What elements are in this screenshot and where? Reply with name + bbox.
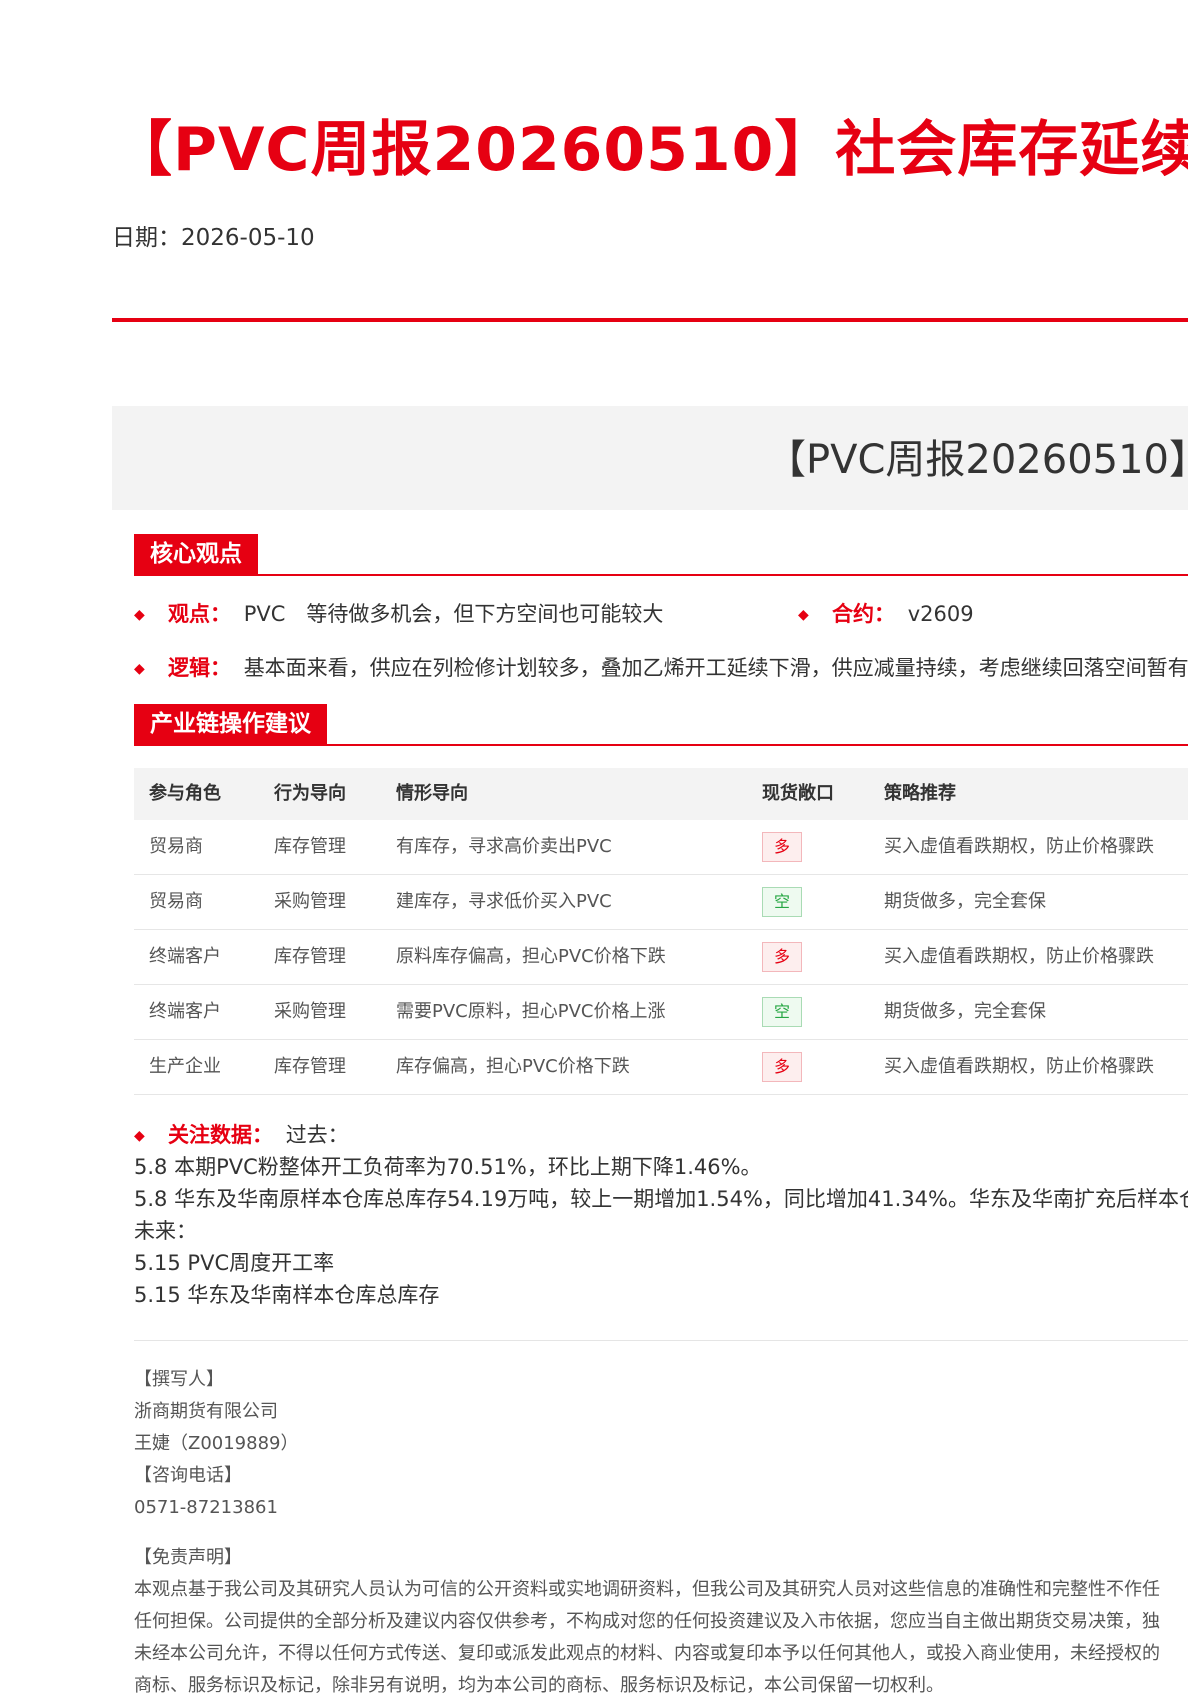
section-industry-chain: 产业链操作建议 xyxy=(134,704,1188,746)
disclaimer-line: 商标、服务标识及标记，除非另有说明，均为本公司的商标、服务标识及标记，本公司保留… xyxy=(134,1675,944,1696)
diamond-bullet-icon: ◆ xyxy=(134,661,145,677)
focus-past-item: 5.8 本期PVC粉整体开工负荷率为70.51%，环比上期下降1.46%。 xyxy=(134,1155,762,1179)
cell-role: 贸易商 xyxy=(149,836,203,857)
contract-label: 合约： xyxy=(832,602,895,626)
logic-label: 逻辑： xyxy=(168,656,231,680)
phone-number: 0571-87213861 xyxy=(134,1497,278,1518)
cell-behavior: 采购管理 xyxy=(274,891,346,912)
focus-list: 5.8 本期PVC粉整体开工负荷率为70.51%，环比上期下降1.46%。 5.… xyxy=(134,1151,1188,1311)
disclaimer: 【免责声明】 本观点基于我公司及其研究人员认为可信的公开资料或实地调研资料，但我… xyxy=(134,1542,1188,1702)
focus-future-item: 5.15 华东及华南样本仓库总库存 xyxy=(134,1283,440,1307)
column-header-situation: 情形导向 xyxy=(396,783,468,804)
table-row: 终端客户 采购管理 需要PVC原料，担心PVC价格上涨 空 期货做多，完全套保 xyxy=(134,985,1188,1040)
view-row: ◆ 观点： PVC 等待做多机会，但下方空间也可能较大 xyxy=(134,597,1188,631)
banner: 【PVC周报20260510】社会库 xyxy=(112,406,1188,510)
focus-future-item: 5.15 PVC周度开工率 xyxy=(134,1251,335,1275)
cell-role: 贸易商 xyxy=(149,891,203,912)
column-header-behavior: 行为导向 xyxy=(274,783,346,804)
cell-behavior: 库存管理 xyxy=(274,1056,346,1077)
column-header-role: 参与角色 xyxy=(149,783,221,804)
exposure-badge-short: 空 xyxy=(762,887,802,917)
cell-situation: 有库存，寻求高价卖出PVC xyxy=(396,836,612,857)
table-header: 参与角色 行为导向 情形导向 现货敞口 策略推荐 xyxy=(134,768,1188,820)
strategy-table: 参与角色 行为导向 情形导向 现货敞口 策略推荐 贸易商 库存管理 有库存，寻求… xyxy=(134,768,1188,1095)
cell-role: 生产企业 xyxy=(149,1056,221,1077)
cell-behavior: 采购管理 xyxy=(274,1001,346,1022)
disclaimer-line: 本观点基于我公司及其研究人员认为可信的公开资料或实地调研资料，但我公司及其研究人… xyxy=(134,1579,1160,1600)
disclaimer-line: 任何担保。公司提供的全部分析及建议内容仅供参考，不构成对您的任何投资建议及入市依… xyxy=(134,1611,1160,1632)
table-row: 生产企业 库存管理 库存偏高，担心PVC价格下跌 多 买入虚值看跌期权，防止价格… xyxy=(134,1040,1188,1095)
cell-behavior: 库存管理 xyxy=(274,836,346,857)
author-heading: 【撰写人】 xyxy=(134,1369,224,1390)
focus-past-item: 5.8 华东及华南原样本仓库总库存54.19万吨，较上一期增加1.54%，同比增… xyxy=(134,1187,1188,1211)
contract-row: ◆ 合约： v2609 xyxy=(798,597,974,631)
column-header-exposure: 现货敞口 xyxy=(762,783,834,804)
table-row: 终端客户 库存管理 原料库存偏高，担心PVC价格下跌 多 买入虚值看跌期权，防止… xyxy=(134,930,1188,985)
cell-situation: 原料库存偏高，担心PVC价格下跌 xyxy=(396,946,666,967)
view-label: 观点： xyxy=(168,602,231,626)
cell-situation: 建库存，寻求低价买入PVC xyxy=(396,891,612,912)
section-core-view-line xyxy=(134,574,1188,576)
cell-situation: 库存偏高，担心PVC价格下跌 xyxy=(396,1056,630,1077)
cell-strategy: 买入虚值看跌期权，防止价格骤跌 xyxy=(884,1056,1154,1077)
cell-strategy: 买入虚值看跌期权，防止价格骤跌 xyxy=(884,836,1154,857)
logic-text: 基本面来看，供应在列检修计划较多，叠加乙烯开工延续下滑，供应减量持续，考虑继续回… xyxy=(243,656,1188,680)
focus-label: 关注数据： xyxy=(168,1123,273,1147)
table-row: 贸易商 库存管理 有库存，寻求高价卖出PVC 多 买入虚值看跌期权，防止价格骤跌 xyxy=(134,820,1188,875)
exposure-badge-long: 多 xyxy=(762,1052,802,1082)
cell-strategy: 期货做多，完全套保 xyxy=(884,1001,1046,1022)
banner-title: 【PVC周报20260510】社会库 xyxy=(766,437,1188,483)
view-text: PVC 等待做多机会，但下方空间也可能较大 xyxy=(243,602,664,626)
disclaimer-line: 未经本公司允许，不得以任何方式传送、复印或派发此观点的材料、内容或复印本予以任何… xyxy=(134,1643,1160,1664)
title-divider xyxy=(112,318,1188,322)
cell-strategy: 买入虚值看跌期权，防止价格骤跌 xyxy=(884,946,1154,967)
exposure-badge-long: 多 xyxy=(762,832,802,862)
column-header-strategy: 策略推荐 xyxy=(884,783,956,804)
diamond-bullet-icon: ◆ xyxy=(134,607,145,623)
report-title: 【PVC周报20260510】社会库存延续高位， xyxy=(112,115,1188,185)
focus-future-label: 未来： xyxy=(134,1219,197,1243)
footer-divider xyxy=(134,1340,1188,1341)
report-date: 日期：2026-05-10 xyxy=(112,225,315,251)
logic-row: ◆ 逻辑： 基本面来看，供应在列检修计划较多，叠加乙烯开工延续下滑，供应减量持续，… xyxy=(134,651,1188,685)
exposure-badge-long: 多 xyxy=(762,942,802,972)
phone-heading: 【咨询电话】 xyxy=(134,1465,242,1486)
section-core-view-tag: 核心观点 xyxy=(134,534,258,574)
diamond-bullet-icon: ◆ xyxy=(134,1128,145,1144)
section-industry-chain-tag: 产业链操作建议 xyxy=(134,704,327,744)
cell-role: 终端客户 xyxy=(149,1001,221,1022)
company-name: 浙商期货有限公司 xyxy=(134,1401,278,1422)
author-name: 王婕（Z0019889） xyxy=(134,1433,299,1454)
footer-contact: 【撰写人】 浙商期货有限公司 王婕（Z0019889） 【咨询电话】 0571-… xyxy=(134,1364,1188,1524)
cell-behavior: 库存管理 xyxy=(274,946,346,967)
disclaimer-heading: 【免责声明】 xyxy=(134,1547,242,1568)
contract-value: v2609 xyxy=(907,602,974,626)
diamond-bullet-icon: ◆ xyxy=(798,607,809,623)
focus-row: ◆ 关注数据： 过去： xyxy=(134,1118,1188,1152)
cell-strategy: 期货做多，完全套保 xyxy=(884,891,1046,912)
cell-role: 终端客户 xyxy=(149,946,221,967)
focus-past-label: 过去： xyxy=(285,1123,349,1147)
section-core-view: 核心观点 xyxy=(134,534,1188,576)
cell-situation: 需要PVC原料，担心PVC价格上涨 xyxy=(396,1001,666,1022)
exposure-badge-short: 空 xyxy=(762,997,802,1027)
table-row: 贸易商 采购管理 建库存，寻求低价买入PVC 空 期货做多，完全套保 xyxy=(134,875,1188,930)
section-industry-chain-line xyxy=(134,744,1188,746)
